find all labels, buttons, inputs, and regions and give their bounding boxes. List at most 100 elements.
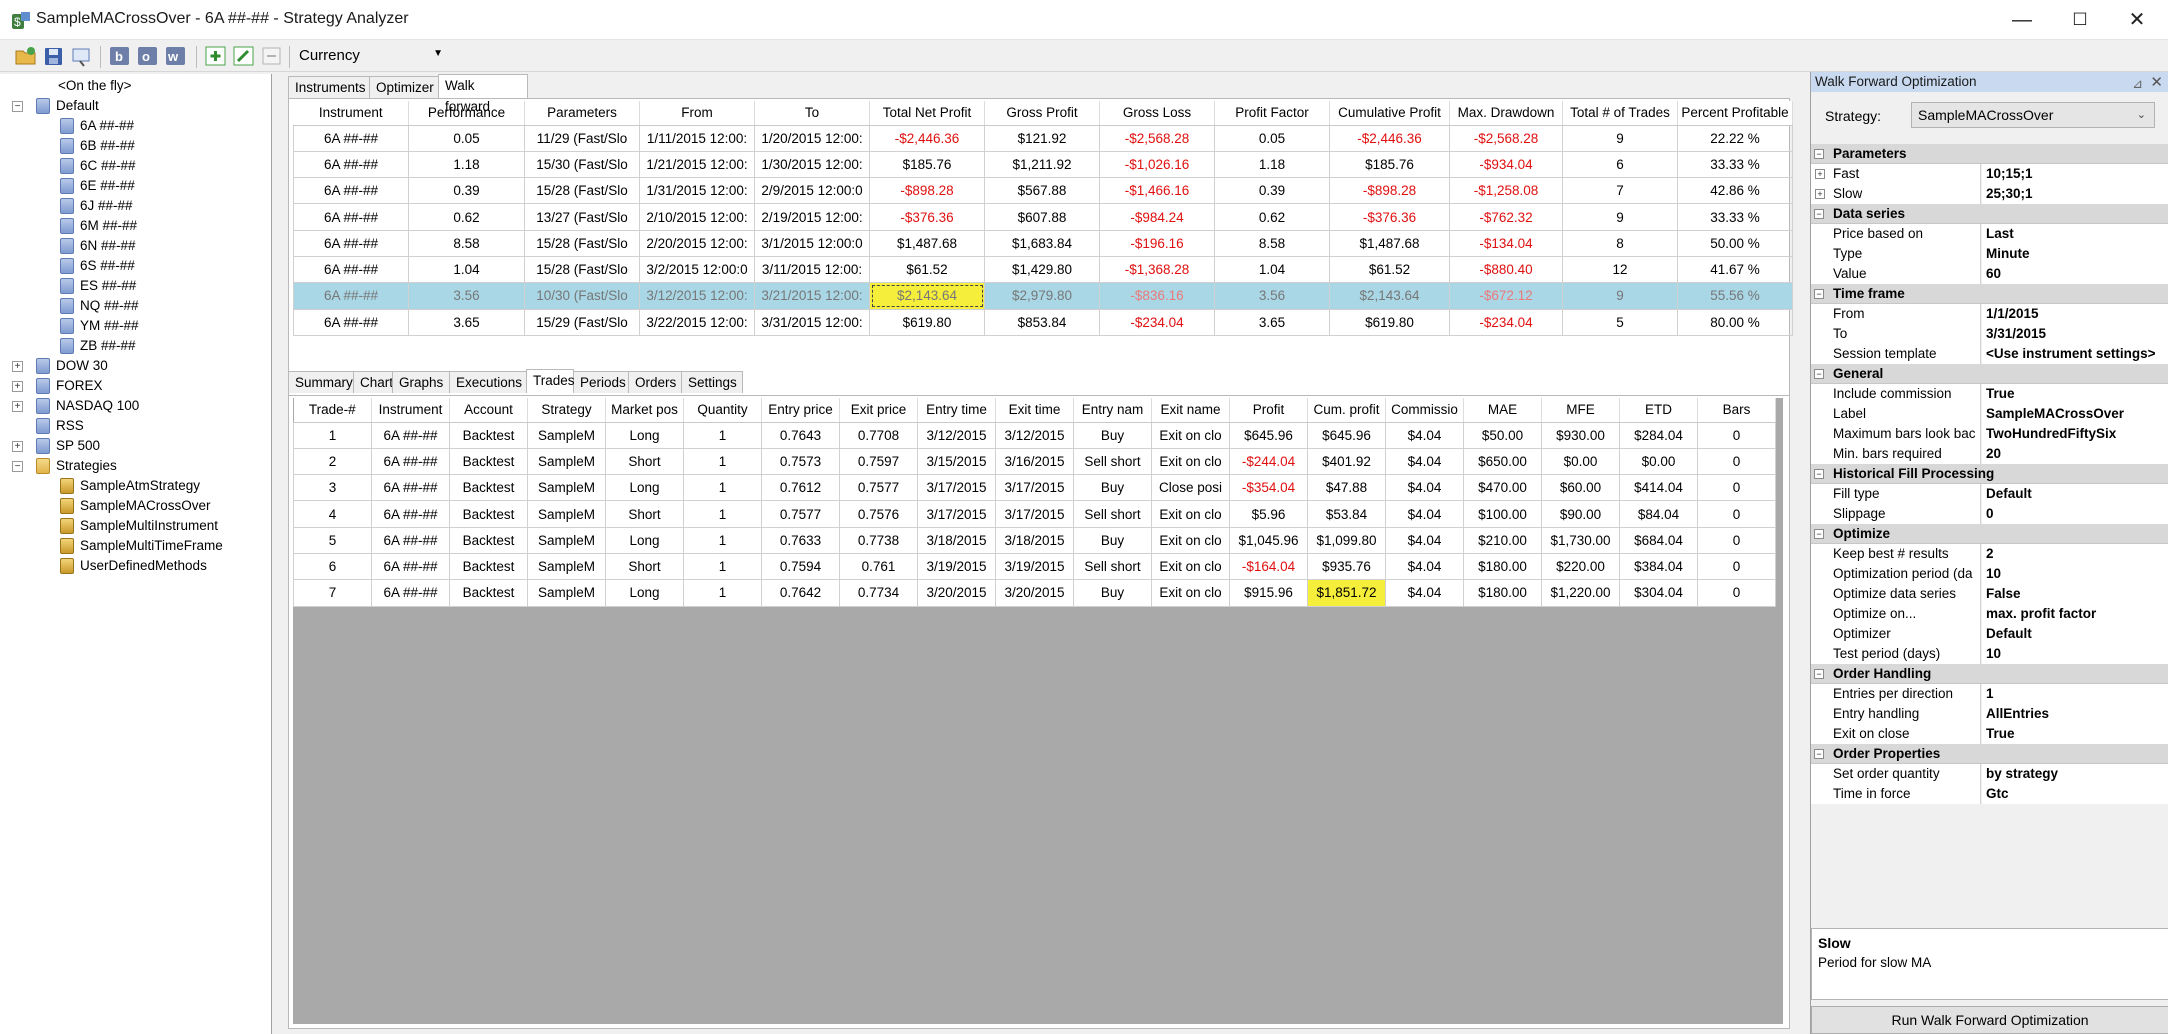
tree-item-list[interactable]: RSS	[0, 416, 270, 436]
table-row[interactable]: 6A ##-## 3.56 10/30 (Fast/Slo 3/12/2015 12:…	[293, 282, 1793, 310]
tree-item-instrument[interactable]: 6C ##-##	[0, 156, 270, 176]
column-header[interactable]: Profit	[1229, 398, 1308, 423]
property-value[interactable]: 10	[1982, 564, 2168, 584]
tree-item-instrument[interactable]: 6M ##-##	[0, 216, 270, 236]
property-value[interactable]: 60	[1982, 264, 2168, 284]
column-header[interactable]: Instrument	[293, 101, 409, 126]
table-row[interactable]: 6A ##-## 0.05 11/29 (Fast/Slo 1/11/2015 12:…	[293, 124, 1793, 152]
close-icon[interactable]: ✕	[2150, 73, 2163, 93]
property-category[interactable]: − Data series	[1811, 204, 2168, 224]
column-header[interactable]: Entry time	[917, 398, 996, 423]
property-row[interactable]: Time in force Gtc	[1811, 784, 2168, 804]
expand-icon[interactable]: +	[12, 361, 23, 372]
expand-icon[interactable]: +	[12, 381, 23, 392]
tab-orders[interactable]: Orders	[628, 371, 682, 393]
table-row[interactable]: 6A ##-## 0.39 15/28 (Fast/Slo 1/31/2015 12:…	[293, 177, 1793, 205]
tab-walk-forward[interactable]: Walk forward	[438, 74, 528, 114]
minimize-button[interactable]: —	[1989, 0, 2055, 40]
property-value[interactable]: 1/1/2015	[1982, 304, 2168, 324]
property-value[interactable]: 10	[1982, 644, 2168, 664]
tab-executions[interactable]: Executions	[449, 371, 527, 393]
remove-icon[interactable]	[260, 45, 284, 67]
property-row[interactable]: Value 60	[1811, 264, 2168, 284]
property-row[interactable]: Optimizer Default	[1811, 624, 2168, 644]
column-header[interactable]: From	[639, 101, 755, 126]
tree-item-instrument[interactable]: 6J ##-##	[0, 196, 270, 216]
collapse-icon[interactable]: −	[1814, 289, 1824, 299]
property-row[interactable]: Fill type Default	[1811, 484, 2168, 504]
walk-forward-icon[interactable]: w	[164, 45, 188, 67]
tree-item-instrument[interactable]: ZB ##-##	[0, 336, 270, 356]
tree-item-instrument[interactable]: 6A ##-##	[0, 116, 270, 136]
property-value[interactable]: Gtc	[1982, 784, 2168, 804]
table-row[interactable]: 1 6A ##-## Backtest SampleM Long 1 0.7643 0.770…	[293, 421, 1776, 449]
tree-item-strategy[interactable]: SampleMultiTimeFrame	[0, 536, 270, 556]
table-row[interactable]: 2 6A ##-## Backtest SampleM Short 1 0.7573 0.75…	[293, 447, 1776, 476]
property-value[interactable]: 1	[1982, 684, 2168, 704]
property-row[interactable]: Keep best # results 2	[1811, 544, 2168, 564]
column-header[interactable]: Total # of Trades	[1562, 101, 1678, 126]
table-row[interactable]: 6A ##-## 3.65 15/29 (Fast/Slo 3/22/2015 12:…	[293, 308, 1793, 336]
tree-item-instrument[interactable]: 6B ##-##	[0, 136, 270, 156]
edit-icon[interactable]	[232, 45, 256, 67]
property-value[interactable]: 25;30;1	[1982, 184, 2168, 204]
table-row[interactable]: 6 6A ##-## Backtest SampleM Short 1 0.7594 0.76…	[293, 552, 1776, 581]
column-header[interactable]: Cum. profit	[1307, 398, 1386, 423]
property-category[interactable]: − Historical Fill Processing	[1811, 464, 2168, 484]
property-value[interactable]: True	[1982, 384, 2168, 404]
property-category[interactable]: − Time frame	[1811, 284, 2168, 304]
property-value[interactable]: 0	[1982, 504, 2168, 524]
tree-item-default[interactable]: − Default	[0, 96, 270, 116]
table-row[interactable]: 6A ##-## 8.58 15/28 (Fast/Slo 2/20/2015 12:…	[293, 229, 1793, 257]
right-splitter[interactable]	[1800, 74, 1810, 1034]
property-value[interactable]: 2	[1982, 544, 2168, 564]
property-row[interactable]: Slippage 0	[1811, 504, 2168, 524]
property-value[interactable]: <Use instrument settings>	[1982, 344, 2168, 364]
tab-instruments[interactable]: Instruments	[288, 76, 370, 98]
column-header[interactable]: Market pos	[605, 398, 684, 423]
column-header[interactable]: MFE	[1541, 398, 1620, 423]
property-row[interactable]: Maximum bars look bac TwoHundredFiftySix	[1811, 424, 2168, 444]
column-header[interactable]: Exit price	[839, 398, 918, 423]
property-value[interactable]: True	[1982, 724, 2168, 744]
tree-item-strategies[interactable]: − Strategies	[0, 456, 270, 476]
column-header[interactable]: MAE	[1463, 398, 1542, 423]
add-icon[interactable]	[204, 45, 228, 67]
tab-trades[interactable]: Trades	[526, 369, 575, 393]
property-row[interactable]: Test period (days) 10	[1811, 644, 2168, 664]
tree-item-list[interactable]: + SP 500	[0, 436, 270, 456]
pin-icon[interactable]: ⊿	[2132, 74, 2143, 94]
property-row[interactable]: Entries per direction 1	[1811, 684, 2168, 704]
property-row[interactable]: Entry handling AllEntries	[1811, 704, 2168, 724]
optimize-icon[interactable]: o	[136, 45, 160, 67]
column-header[interactable]: Percent Profitable	[1677, 101, 1793, 126]
left-splitter[interactable]	[272, 74, 282, 1034]
tree-item-strategy[interactable]: SampleAtmStrategy	[0, 476, 270, 496]
tab-periods[interactable]: Periods	[573, 371, 629, 393]
expand-icon[interactable]: +	[12, 401, 23, 412]
column-header[interactable]: Total Net Profit	[869, 101, 985, 126]
table-row[interactable]: 4 6A ##-## Backtest SampleM Short 1 0.7577 0.75…	[293, 500, 1776, 528]
property-row[interactable]: Include commission True	[1811, 384, 2168, 404]
column-header[interactable]: Gross Loss	[1099, 101, 1215, 126]
tree-item-instrument[interactable]: 6E ##-##	[0, 176, 270, 196]
column-header[interactable]: Parameters	[524, 101, 640, 126]
tree-item-strategy[interactable]: UserDefinedMethods	[0, 556, 270, 576]
table-row[interactable]: 5 6A ##-## Backtest SampleM Long 1 0.7633 0.773…	[293, 526, 1776, 554]
property-value[interactable]: 3/31/2015	[1982, 324, 2168, 344]
collapse-icon[interactable]: −	[1814, 529, 1824, 539]
column-header[interactable]: Trade-#	[293, 398, 372, 423]
tab-summary[interactable]: Summary	[288, 371, 354, 393]
expand-icon[interactable]: +	[1815, 169, 1825, 179]
collapse-icon[interactable]: −	[12, 101, 23, 112]
tree-item-list[interactable]: + FOREX	[0, 376, 270, 396]
tab-graphs[interactable]: Graphs	[392, 371, 450, 393]
column-header[interactable]: Cumulative Profit	[1329, 101, 1450, 126]
strategy-dropdown[interactable]: SampleMACrossOver ⌄	[1911, 102, 2155, 128]
property-category[interactable]: − Parameters	[1811, 144, 2168, 164]
table-row[interactable]: 6A ##-## 0.62 13/27 (Fast/Slo 2/10/2015 12:…	[293, 203, 1793, 231]
property-value[interactable]: max. profit factor	[1982, 604, 2168, 624]
property-row[interactable]: Slow +25;30;1	[1811, 184, 2168, 204]
property-category[interactable]: − Order Handling	[1811, 664, 2168, 684]
open-folder-icon[interactable]	[14, 45, 38, 67]
